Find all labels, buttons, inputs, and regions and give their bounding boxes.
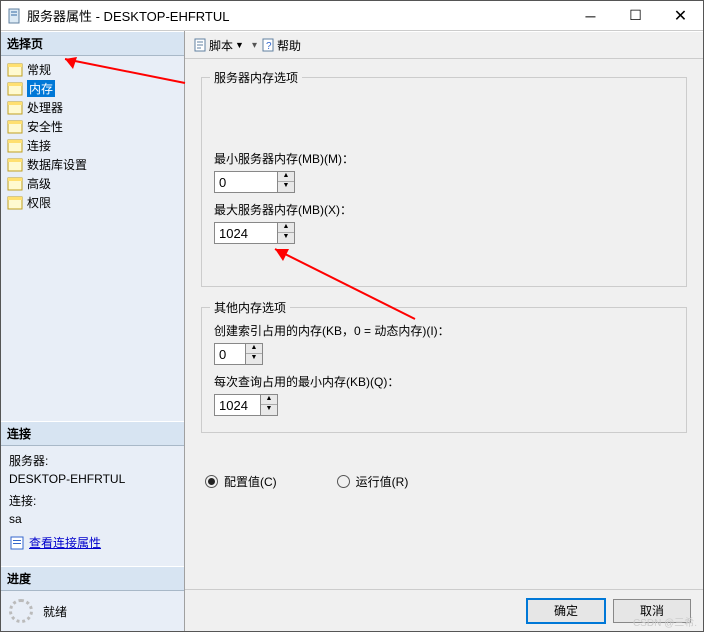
sidebar-item[interactable]: 权限	[7, 193, 184, 212]
toolbar-separator: ▾	[252, 40, 257, 51]
query-memory-label: 每次查询占用的最小内存(KB)(Q)：	[214, 373, 674, 390]
sidebar-item[interactable]: 连接	[7, 136, 184, 155]
server-value: DESKTOP-EHFRTUL	[9, 470, 176, 488]
watermark: CSDN @三希.	[633, 614, 697, 629]
chevron-down-icon: ▼	[235, 40, 244, 50]
page-icon	[7, 82, 23, 96]
window-title: 服务器属性 - DESKTOP-EHFRTUL	[27, 6, 568, 25]
progress-header: 进度	[1, 566, 184, 591]
min-memory-label: 最小服务器内存(MB)(M)：	[214, 150, 674, 167]
sidebar-item-label: 数据库设置	[27, 156, 87, 173]
spin-down[interactable]: ▼	[278, 233, 294, 243]
spin-up[interactable]: ▲	[261, 395, 277, 405]
toolbar: 脚本 ▼ ▾ ? 帮助	[185, 31, 703, 59]
select-page-header: 选择页	[1, 31, 184, 56]
spin-up[interactable]: ▲	[278, 223, 294, 233]
server-icon	[7, 8, 21, 24]
page-icon	[7, 63, 23, 77]
index-memory-label: 创建索引占用的内存(KB，0 = 动态内存)(I)：	[214, 322, 674, 339]
connection-header: 连接	[1, 421, 184, 446]
minimize-button[interactable]: ─	[568, 1, 613, 30]
progress-panel: 就绪	[1, 591, 184, 631]
server-label: 服务器:	[9, 452, 176, 470]
main-body: 服务器内存选项 最小服务器内存(MB)(M)： ▲▼ 最大服务器内存(MB)(X…	[185, 59, 703, 589]
spin-up[interactable]: ▲	[246, 344, 262, 354]
sidebar-item[interactable]: 数据库设置	[7, 155, 184, 174]
value-mode-radios: 配置值(C) 运行值(R)	[201, 473, 687, 490]
min-memory-spinner[interactable]: ▲▼	[214, 171, 295, 193]
sidebar-item[interactable]: 高级	[7, 174, 184, 193]
sidebar-item-label: 权限	[27, 194, 51, 211]
page-icon	[7, 177, 23, 191]
page-icon	[7, 158, 23, 172]
dialog-window: 服务器属性 - DESKTOP-EHFRTUL ─ ☐ ✕ 选择页 常规内存处理…	[0, 0, 704, 632]
spin-down[interactable]: ▼	[246, 354, 262, 364]
connection-panel: 服务器: DESKTOP-EHFRTUL 连接: sa 查看连接属性	[1, 446, 184, 566]
titlebar[interactable]: 服务器属性 - DESKTOP-EHFRTUL ─ ☐ ✕	[1, 1, 703, 31]
link-label: 查看连接属性	[29, 534, 101, 552]
page-icon	[7, 139, 23, 153]
sidebar-item-label: 连接	[27, 137, 51, 154]
content-area: 选择页 常规内存处理器安全性连接数据库设置高级权限 连接 服务器: DESKTO…	[1, 31, 703, 631]
sidebar-item-label: 处理器	[27, 99, 63, 116]
run-value-radio[interactable]: 运行值(R)	[337, 473, 409, 490]
help-icon: ?	[261, 37, 277, 53]
sidebar-item-label: 常规	[27, 61, 51, 78]
index-memory-spinner[interactable]: ▲▼	[214, 343, 263, 365]
progress-spinner-icon	[9, 599, 33, 623]
page-icon	[7, 120, 23, 134]
other-memory-legend: 其他内存选项	[210, 299, 290, 316]
query-memory-input[interactable]	[215, 395, 260, 415]
sidebar-item[interactable]: 内存	[7, 79, 184, 98]
conn-value: sa	[9, 510, 176, 528]
svg-text:?: ?	[266, 41, 272, 52]
server-memory-legend: 服务器内存选项	[210, 69, 302, 86]
sidebar-item-label: 安全性	[27, 118, 63, 135]
sidebar-item[interactable]: 常规	[7, 60, 184, 79]
page-icon	[7, 101, 23, 115]
max-memory-input[interactable]	[215, 223, 277, 243]
page-icon	[7, 196, 23, 210]
max-memory-spinner[interactable]: ▲▼	[214, 222, 295, 244]
conn-label: 连接:	[9, 492, 176, 510]
index-memory-input[interactable]	[215, 344, 245, 364]
progress-status: 就绪	[43, 603, 67, 620]
max-memory-label: 最大服务器内存(MB)(X)：	[214, 201, 674, 218]
sidebar-item[interactable]: 处理器	[7, 98, 184, 117]
spin-down[interactable]: ▼	[278, 182, 294, 192]
main-panel: 脚本 ▼ ▾ ? 帮助 服务器内存选项 最小服务器内存(MB)(M)： ▲▼	[185, 31, 703, 631]
spin-down[interactable]: ▼	[261, 405, 277, 415]
spin-up[interactable]: ▲	[278, 172, 294, 182]
sidebar: 选择页 常规内存处理器安全性连接数据库设置高级权限 连接 服务器: DESKTO…	[1, 31, 185, 631]
properties-icon	[9, 535, 25, 551]
sidebar-item[interactable]: 安全性	[7, 117, 184, 136]
maximize-button[interactable]: ☐	[613, 1, 658, 30]
sidebar-item-label: 高级	[27, 175, 51, 192]
close-button[interactable]: ✕	[658, 1, 703, 30]
page-tree: 常规内存处理器安全性连接数据库设置高级权限	[1, 56, 184, 216]
other-memory-group: 其他内存选项 创建索引占用的内存(KB，0 = 动态内存)(I)： ▲▼ 每次查…	[201, 307, 687, 433]
min-memory-input[interactable]	[215, 172, 277, 192]
config-value-radio[interactable]: 配置值(C)	[205, 473, 277, 490]
script-icon	[193, 37, 209, 53]
sidebar-item-label: 内存	[27, 80, 55, 97]
dialog-footer: 确定 取消	[185, 589, 703, 631]
view-connection-properties-link[interactable]: 查看连接属性	[9, 534, 101, 552]
ok-button[interactable]: 确定	[527, 599, 605, 623]
script-button[interactable]: 脚本 ▼	[193, 37, 244, 54]
query-memory-spinner[interactable]: ▲▼	[214, 394, 278, 416]
help-button[interactable]: ? 帮助	[261, 37, 301, 54]
server-memory-group: 服务器内存选项 最小服务器内存(MB)(M)： ▲▼ 最大服务器内存(MB)(X…	[201, 77, 687, 287]
